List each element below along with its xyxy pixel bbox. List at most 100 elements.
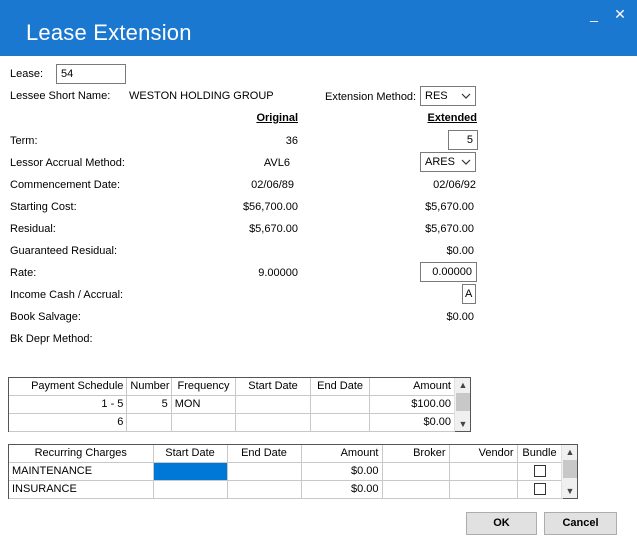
rc-header-bundle: Bundle: [517, 445, 563, 463]
rc-cell[interactable]: [449, 462, 518, 481]
table-row: 6 $0.00: [9, 413, 455, 432]
book-salvage-label: Book Salvage:: [10, 311, 81, 323]
cancel-button[interactable]: Cancel: [544, 512, 617, 535]
accrual-original: AVL6: [263, 157, 290, 169]
ps-cell[interactable]: $100.00: [369, 395, 455, 414]
rc-header-vendor: Vendor: [449, 445, 518, 463]
rc-cell[interactable]: $0.00: [301, 480, 383, 499]
scroll-up-icon[interactable]: ▲: [455, 378, 471, 392]
chevron-down-icon: [461, 93, 471, 99]
starting-cost-original: $56,700.00: [242, 201, 298, 213]
income-cash-extended-input[interactable]: A: [462, 284, 476, 304]
commencement-label: Commencement Date:: [10, 179, 121, 191]
rate-original: 9.00000: [258, 267, 298, 279]
term-extended-input[interactable]: 5: [448, 130, 478, 150]
rc-cell[interactable]: [382, 480, 450, 499]
ps-header-start-date: Start Date: [235, 378, 311, 396]
minimize-button[interactable]: _: [586, 6, 602, 22]
scroll-thumb[interactable]: [456, 393, 470, 411]
term-original: 36: [285, 135, 298, 147]
rc-bundle-cell: [517, 462, 563, 481]
rc-cell[interactable]: INSURANCE: [9, 480, 154, 499]
ps-header-frequency: Frequency: [171, 378, 237, 396]
lease-label: Lease:: [10, 68, 44, 80]
income-cash-label: Income Cash / Accrual:: [10, 289, 124, 301]
table-row: INSURANCE $0.00: [9, 480, 563, 499]
scroll-down-icon[interactable]: ▼: [455, 417, 471, 431]
ps-header-number: Number: [126, 378, 172, 396]
close-button[interactable]: ✕: [612, 6, 628, 22]
starting-cost-extended: $5,670.00: [425, 201, 474, 213]
ps-header-end-date: End Date: [310, 378, 371, 396]
starting-cost-label: Starting Cost:: [10, 201, 77, 213]
extension-method-label: Extension Method:: [325, 91, 417, 103]
book-salvage-extended: $0.00: [446, 311, 474, 323]
recurring-charges-scrollbar[interactable]: ▲ ▼: [561, 445, 577, 498]
recurring-charges-table: Recurring Charges Start Date End Date Am…: [9, 445, 563, 499]
scroll-down-icon[interactable]: ▼: [562, 484, 578, 498]
residual-extended: $5,670.00: [425, 223, 474, 235]
original-header: Original: [256, 112, 298, 124]
ps-header-amount: Amount: [369, 378, 455, 396]
bundle-checkbox[interactable]: [533, 465, 546, 478]
accrual-label: Lessor Accrual Method:: [10, 157, 125, 169]
extension-method-value: RES: [425, 90, 448, 102]
rc-cell[interactable]: [227, 480, 302, 499]
lessee-label: Lessee Short Name:: [10, 90, 111, 102]
chevron-down-icon: [461, 159, 471, 165]
residual-original: $5,670.00: [249, 223, 298, 235]
rc-cell[interactable]: $0.00: [301, 462, 383, 481]
rc-cell[interactable]: [153, 480, 228, 499]
rc-cell[interactable]: [382, 462, 450, 481]
recurring-charges-grid: Recurring Charges Start Date End Date Am…: [8, 444, 578, 499]
rc-cell[interactable]: [227, 462, 302, 481]
ok-button[interactable]: OK: [466, 512, 537, 535]
ps-cell[interactable]: [126, 413, 172, 432]
bk-depr-label: Bk Depr Method:: [10, 333, 93, 345]
ps-cell[interactable]: 5: [126, 395, 172, 414]
bundle-checkbox[interactable]: [533, 483, 546, 496]
rc-bundle-cell: [517, 480, 563, 499]
window-title: Lease Extension: [26, 20, 192, 45]
rc-cell[interactable]: [449, 480, 518, 499]
rate-extended-input[interactable]: 0.00000: [420, 262, 477, 282]
ps-cell[interactable]: [310, 413, 371, 432]
ps-cell[interactable]: 6: [9, 413, 128, 432]
rc-header-amount: Amount: [301, 445, 383, 463]
rc-header-end-date: End Date: [227, 445, 302, 463]
extended-header: Extended: [427, 112, 477, 124]
ps-header-schedule: Payment Schedule: [9, 378, 128, 396]
payment-schedule-grid: Payment Schedule Number Frequency Start …: [8, 377, 471, 432]
table-row: MAINTENANCE $0.00: [9, 462, 563, 481]
title-bar: Lease Extension _ ✕: [0, 0, 637, 56]
payment-schedule-table: Payment Schedule Number Frequency Start …: [9, 378, 455, 432]
rc-cell[interactable]: MAINTENANCE: [9, 462, 154, 481]
ps-cell[interactable]: [235, 395, 311, 414]
extension-method-select[interactable]: RES: [420, 86, 476, 106]
rc-header-recurring: Recurring Charges: [9, 445, 154, 463]
accrual-extended-select[interactable]: ARES: [420, 152, 476, 172]
rc-header-broker: Broker: [382, 445, 450, 463]
ps-cell[interactable]: [235, 413, 311, 432]
guaranteed-residual-label: Guaranteed Residual:: [10, 245, 118, 257]
residual-label: Residual:: [10, 223, 56, 235]
commencement-original: 02/06/89: [251, 179, 294, 191]
rc-cell-selected[interactable]: [153, 462, 228, 481]
lessee-value: WESTON HOLDING GROUP: [129, 90, 274, 102]
table-row: 1 - 5 5 MON $100.00: [9, 395, 455, 414]
ps-cell[interactable]: [310, 395, 371, 414]
ps-cell[interactable]: $0.00: [369, 413, 455, 432]
rc-header-start-date: Start Date: [153, 445, 228, 463]
payment-schedule-scrollbar[interactable]: ▲ ▼: [454, 378, 470, 431]
scroll-thumb[interactable]: [563, 460, 577, 478]
accrual-extended-value: ARES: [425, 156, 455, 168]
rate-label: Rate:: [10, 267, 37, 279]
scroll-up-icon[interactable]: ▲: [562, 445, 578, 459]
lease-input[interactable]: 54: [56, 64, 126, 84]
ps-cell[interactable]: [171, 413, 237, 432]
term-label: Term:: [10, 135, 38, 147]
guaranteed-residual-extended: $0.00: [446, 245, 474, 257]
ps-cell[interactable]: MON: [171, 395, 237, 414]
ps-cell[interactable]: 1 - 5: [9, 395, 128, 414]
commencement-extended: 02/06/92: [433, 179, 476, 191]
